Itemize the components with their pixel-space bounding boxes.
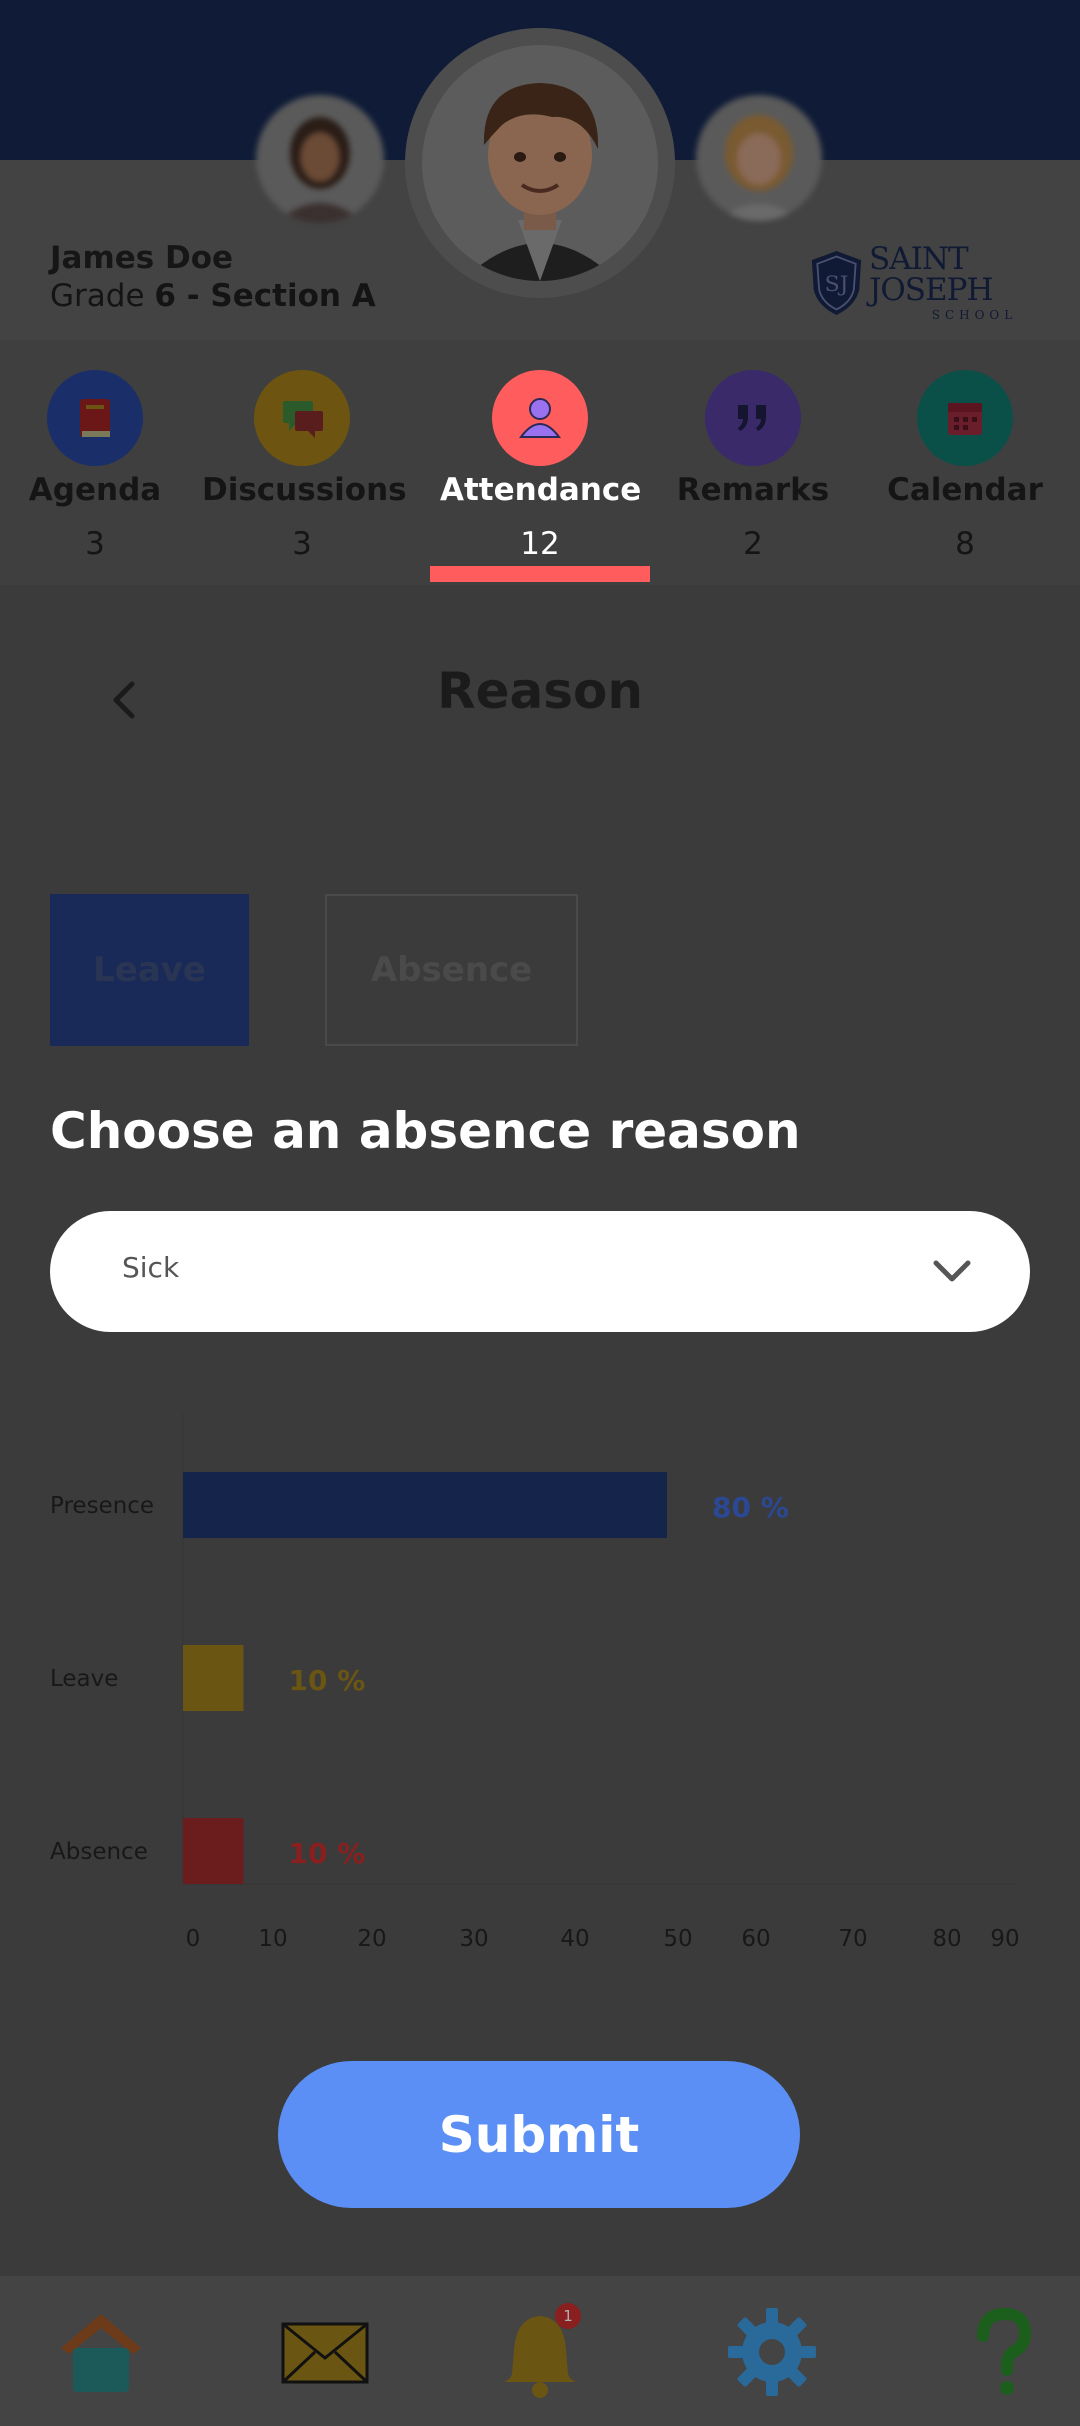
tab-calendar-count: 8: [955, 526, 975, 562]
bottom-navigation: 1: [0, 2276, 1080, 2426]
chart-bar: [183, 1818, 244, 1884]
chart-x-tick-label: 30: [459, 1926, 488, 1952]
tab-attendance-label: Attendance: [440, 472, 642, 508]
tab-agenda-label: Agenda: [28, 472, 162, 508]
chart-bar: [183, 1472, 667, 1538]
chart-x-tick-label: 50: [663, 1926, 692, 1952]
tab-agenda-icon-circle: [47, 370, 143, 466]
page-title: Reason: [437, 662, 643, 720]
school-name-main: SAINT JOSEPH: [868, 241, 994, 308]
tab-calendar-label: Calendar: [887, 472, 1043, 508]
tab-calendar-icon-circle: [917, 370, 1013, 466]
bell-icon: 1: [504, 2303, 581, 2398]
settings-gear-icon: [728, 2308, 816, 2396]
tab-attendance-count: 12: [520, 526, 560, 562]
chart-x-tick-label: 10: [258, 1926, 287, 1952]
avatar-photo-icon: [256, 95, 384, 223]
tab-discussions-count: 3: [292, 526, 312, 562]
active-tab-indicator: [430, 566, 650, 582]
tab-calendar[interactable]: Calendar 8: [865, 370, 1065, 562]
submit-button[interactable]: Submit: [278, 2061, 800, 2208]
student-grade-section: Grade 6 - Section A: [50, 278, 376, 314]
nav-messages[interactable]: [270, 2302, 380, 2402]
tab-agenda[interactable]: Agenda 3: [0, 370, 195, 562]
chart-value-label: 80 %: [712, 1491, 789, 1524]
chart-x-tick-label: 90: [990, 1926, 1019, 1952]
calendar-icon: [948, 403, 982, 435]
student-photo-icon: [422, 45, 658, 281]
section-prefix: - Section: [175, 278, 352, 314]
student-avatar[interactable]: [422, 45, 658, 281]
person-icon: [519, 398, 561, 438]
grade-value: 6: [154, 278, 176, 314]
chart-x-tick-label: 40: [560, 1926, 589, 1952]
quote-icon: [738, 405, 766, 431]
chart-x-tick-label: 70: [838, 1926, 867, 1952]
student-name: James Doe: [50, 240, 234, 276]
reason-selected-value: Sick: [122, 1251, 180, 1284]
nav-home[interactable]: [46, 2302, 156, 2402]
school-name-sub: SCHOOL: [931, 308, 1018, 322]
tab-attendance-icon-circle: [492, 370, 588, 466]
chevron-down-icon: [933, 1260, 971, 1282]
module-tabs: Agenda 3 Discussions 3 Attendance 12 Rem…: [0, 340, 1080, 585]
notification-badge: 1: [563, 2307, 573, 2325]
tab-remarks-icon-circle: [705, 370, 801, 466]
tab-attendance[interactable]: Attendance 12: [440, 370, 642, 562]
grade-prefix: Grade: [50, 278, 155, 314]
chart-category-label: Leave: [50, 1666, 118, 1692]
chart-category-label: Absence: [50, 1839, 148, 1865]
chart-category-label: Presence: [50, 1493, 154, 1519]
chat-bubbles-icon: [283, 401, 323, 438]
avatar-photo-icon: [696, 95, 822, 221]
chart-value-label: 10 %: [289, 1837, 366, 1870]
tab-remarks-label: Remarks: [676, 472, 830, 508]
book-icon: [80, 399, 110, 437]
back-button[interactable]: [98, 670, 148, 730]
nav-notifications[interactable]: 1: [485, 2302, 595, 2402]
help-icon: [977, 2307, 1032, 2395]
sibling-avatar-left[interactable]: [256, 95, 384, 223]
attendance-bar-chart: Presence 80 % Leave 10 % Absence 10 % 0 10 20 30 4…: [50, 1414, 1020, 1952]
tab-remarks-count: 2: [743, 526, 763, 562]
chevron-left-icon: [113, 681, 135, 719]
tab-discussions[interactable]: Discussions 3: [202, 370, 407, 562]
tab-remarks[interactable]: Remarks 2: [653, 370, 853, 562]
reason-dropdown[interactable]: Sick: [50, 1211, 1030, 1332]
school-name: SAINT JOSEPH SCHOOL: [868, 241, 1080, 323]
tab-discussions-icon-circle: [254, 370, 350, 466]
school-logo: SJ SAINT JOSEPH SCHOOL: [810, 244, 1080, 322]
tab-discussions-label: Discussions: [202, 472, 407, 508]
sibling-avatar-right[interactable]: [696, 95, 822, 221]
nav-settings[interactable]: [717, 2302, 827, 2402]
chart-bar: [183, 1645, 244, 1711]
svg-text:SJ: SJ: [825, 272, 849, 297]
chart-x-tick-label: 80: [932, 1926, 961, 1952]
reason-heading: Choose an absence reason: [50, 1102, 801, 1160]
section-value: A: [351, 278, 376, 314]
shield-icon: SJ: [811, 251, 862, 315]
tab-agenda-count: 3: [85, 526, 105, 562]
chart-value-label: 10 %: [289, 1664, 366, 1697]
attendance-chart: Presence 80 % Leave 10 % Absence 10 % 0 10 20 30 4…: [0, 1400, 1080, 1980]
absence-toggle-button[interactable]: Absence: [325, 894, 578, 1046]
nav-help[interactable]: [948, 2302, 1058, 2402]
chart-x-tick-label: 60: [741, 1926, 770, 1952]
home-icon: [61, 2314, 141, 2392]
chart-x-tick-label: 20: [357, 1926, 386, 1952]
leave-toggle-button[interactable]: Leave: [50, 894, 249, 1046]
chart-x-tick-label: 0: [186, 1926, 201, 1952]
mail-icon: [281, 2322, 369, 2384]
